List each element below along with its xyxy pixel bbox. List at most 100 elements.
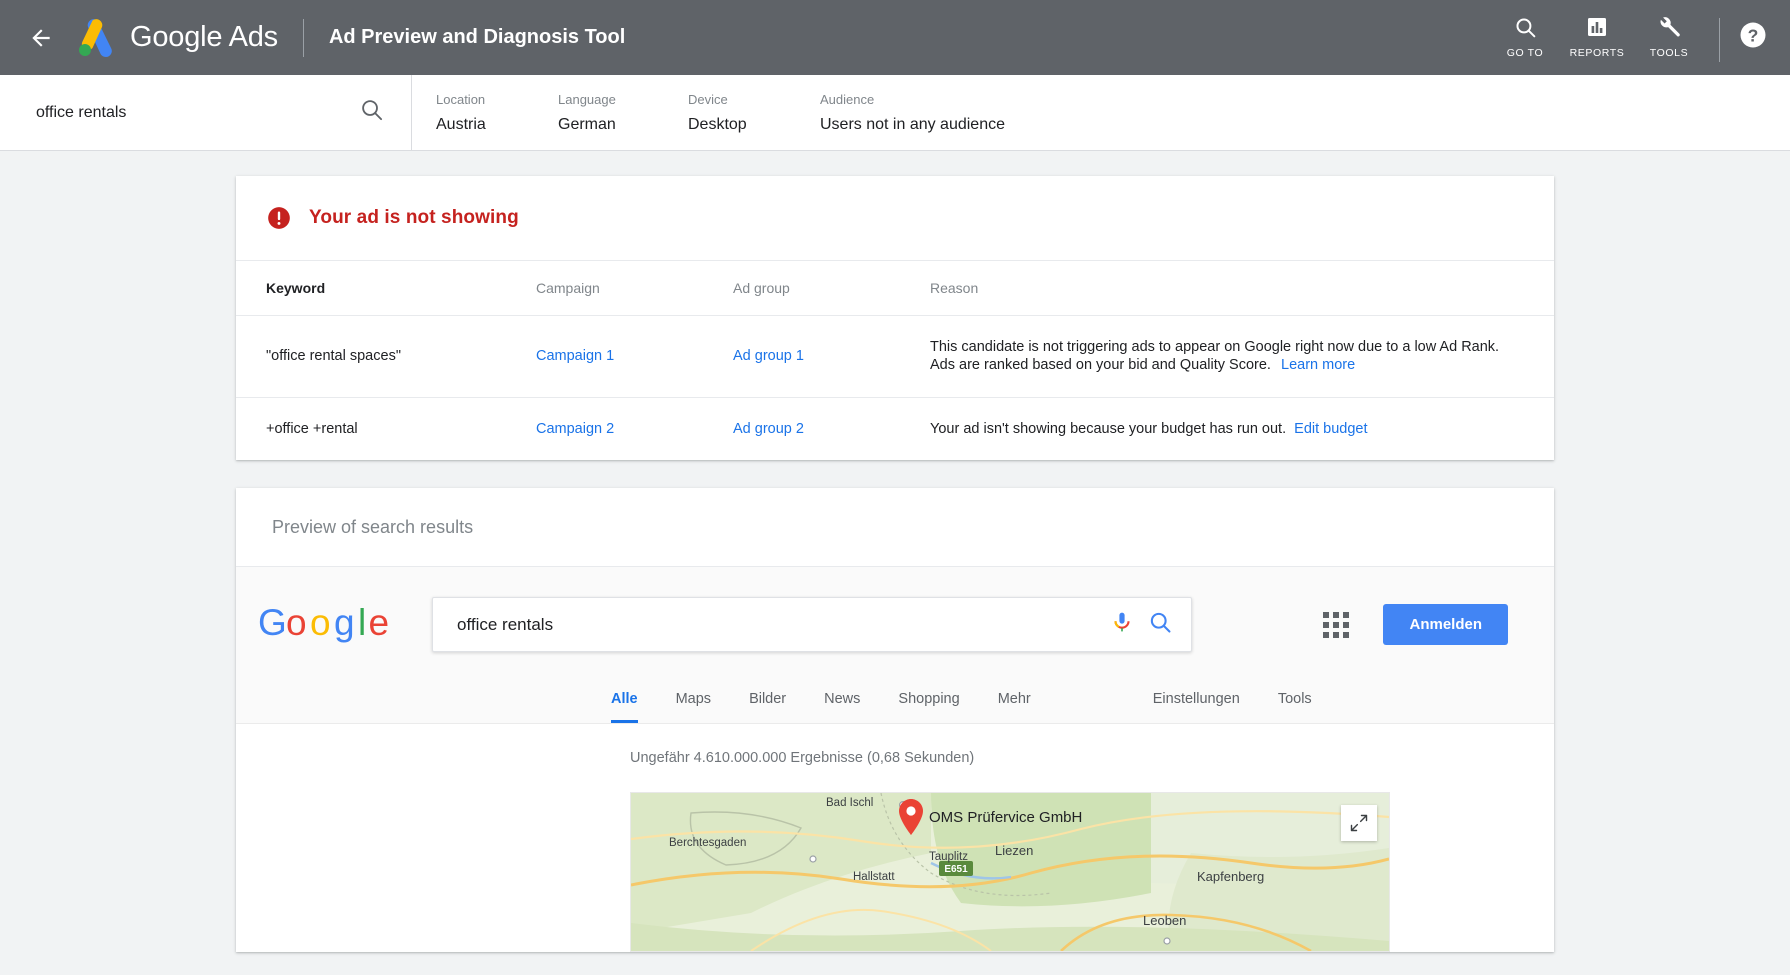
reason-line-1: Your ad isn't showing because your budge… (930, 421, 1286, 437)
filter-audience[interactable]: Audience Users not in any audience (820, 92, 1023, 134)
filter-language-label: Language (558, 92, 670, 107)
appbar-actions-divider (1719, 18, 1720, 62)
filter-device[interactable]: Device Desktop (688, 92, 820, 134)
google-ads-logo-icon (74, 18, 116, 58)
filter-language-value: German (558, 116, 670, 134)
diagnosis-card: Your ad is not showing Keyword Campaign … (236, 176, 1554, 460)
filter-bar: Location Austria Language German Device … (0, 75, 1790, 151)
reason-line-2: Ads are ranked based on your bid and Qua… (930, 357, 1271, 373)
svg-text:?: ? (1748, 25, 1759, 45)
diagnosis-table: Keyword Campaign Ad group Reason "office… (236, 261, 1554, 460)
back-button[interactable] (26, 23, 56, 53)
ad-group-link[interactable]: Ad group 2 (733, 421, 804, 437)
filter-audience-value: Users not in any audience (820, 116, 1005, 134)
column-header-ad-group: Ad group (733, 261, 930, 315)
cell-campaign: Campaign 1 (536, 315, 733, 397)
table-row: +office +rental Campaign 2 Ad group 2 Yo… (236, 397, 1554, 460)
map-town-label: Bad Ischl (826, 797, 873, 809)
filter-audience-label: Audience (820, 92, 1005, 107)
google-logo: G o o g l e (258, 602, 394, 648)
microphone-icon[interactable] (1110, 610, 1134, 639)
campaign-link[interactable]: Campaign 2 (536, 421, 614, 437)
filter-language[interactable]: Language German (558, 92, 688, 134)
back-arrow-icon (28, 25, 54, 51)
appbar-divider (303, 19, 304, 57)
reports-button[interactable]: REPORTS (1561, 14, 1633, 59)
map-town-label: Liezen (995, 843, 1033, 858)
google-ads-logo (74, 18, 116, 58)
cell-campaign: Campaign 2 (536, 397, 733, 460)
ad-group-link[interactable]: Ad group 1 (733, 348, 804, 364)
reports-label: REPORTS (1570, 47, 1625, 59)
google-search-box[interactable] (432, 597, 1192, 652)
apps-grid-icon[interactable] (1323, 612, 1349, 638)
tab-news[interactable]: News (824, 691, 860, 723)
svg-text:o: o (310, 602, 331, 643)
svg-text:o: o (286, 602, 307, 643)
cell-reason: This candidate is not triggering ads to … (930, 315, 1554, 397)
help-circle-icon: ? (1738, 20, 1768, 50)
svg-text:G: G (258, 602, 287, 643)
serp-tabs: Alle Maps Bilder News Shopping Mehr Eins… (236, 678, 1554, 724)
svg-text:e: e (369, 602, 390, 643)
tools-label: TOOLS (1650, 47, 1688, 59)
main-content: Your ad is not showing Keyword Campaign … (0, 151, 1790, 975)
error-exclamation-icon (266, 205, 292, 231)
tab-bilder[interactable]: Bilder (749, 691, 786, 723)
search-icon (1513, 14, 1538, 40)
help-button[interactable]: ? (1738, 20, 1768, 50)
serp-header: G o o g l e (236, 597, 1554, 652)
expand-diagonal-icon (1349, 813, 1369, 833)
serp-preview: G o o g l e (236, 567, 1554, 952)
map-town-label: Kapfenberg (1197, 869, 1264, 884)
filter-group: Location Austria Language German Device … (412, 75, 1023, 150)
tab-mehr[interactable]: Mehr (998, 691, 1031, 723)
search-icon[interactable] (359, 97, 385, 128)
map-expand-button[interactable] (1341, 805, 1377, 841)
tab-alle[interactable]: Alle (611, 691, 638, 723)
result-count: Ungefähr 4.610.000.000 Ergebnisse (0,68 … (630, 750, 1554, 766)
cell-ad-group: Ad group 1 (733, 315, 930, 397)
tab-einstellungen[interactable]: Einstellungen (1153, 691, 1240, 723)
map-town-label: Tauplitz (929, 851, 968, 863)
bar-chart-icon (1585, 14, 1609, 40)
reason-line-1: This candidate is not triggering ads to … (930, 339, 1499, 355)
google-search-input[interactable] (455, 614, 1096, 636)
svg-text:E651: E651 (944, 864, 968, 875)
map-preview[interactable]: E651 OMS Prüfervice GmbH Bad Ischl Berch… (630, 792, 1390, 952)
go-to-label: GO TO (1507, 47, 1543, 59)
sign-in-button[interactable]: Anmelden (1383, 604, 1508, 645)
edit-budget-link[interactable]: Edit budget (1294, 421, 1367, 437)
map-town-label: Leoben (1143, 913, 1186, 928)
go-to-button[interactable]: GO TO (1489, 14, 1561, 59)
column-header-reason: Reason (930, 261, 1554, 315)
filter-device-label: Device (688, 92, 802, 107)
filter-location-value: Austria (436, 116, 540, 134)
column-header-campaign: Campaign (536, 261, 733, 315)
google-logo-icon: G o o g l e (258, 602, 394, 648)
appbar-actions: GO TO REPORTS TOOLS (1489, 0, 1768, 75)
preview-header: Preview of search results (236, 488, 1554, 567)
tools-button[interactable]: TOOLS (1633, 14, 1705, 59)
search-icon[interactable] (1148, 610, 1173, 640)
serp-header-right: Anmelden (1192, 604, 1508, 645)
wrench-icon (1657, 14, 1682, 40)
cell-keyword: +office +rental (236, 397, 536, 460)
learn-more-link[interactable]: Learn more (1281, 357, 1355, 373)
table-header-row: Keyword Campaign Ad group Reason (236, 261, 1554, 315)
cell-ad-group: Ad group 2 (733, 397, 930, 460)
page-title: Ad Preview and Diagnosis Tool (329, 26, 625, 49)
preview-card: Preview of search results G o o g l e (236, 488, 1554, 952)
table-row: "office rental spaces" Campaign 1 Ad gro… (236, 315, 1554, 397)
cell-reason: Your ad isn't showing because your budge… (930, 397, 1554, 460)
tab-shopping[interactable]: Shopping (898, 691, 959, 723)
campaign-link[interactable]: Campaign 1 (536, 348, 614, 364)
filter-location[interactable]: Location Austria (436, 92, 558, 134)
tab-tools[interactable]: Tools (1278, 691, 1312, 723)
search-input[interactable] (36, 104, 359, 122)
map-town-label: Hallstatt (853, 871, 895, 883)
alert-header: Your ad is not showing (236, 176, 1554, 261)
keyword-search-field[interactable] (0, 75, 412, 150)
tab-maps[interactable]: Maps (676, 691, 711, 723)
svg-text:l: l (358, 602, 366, 643)
